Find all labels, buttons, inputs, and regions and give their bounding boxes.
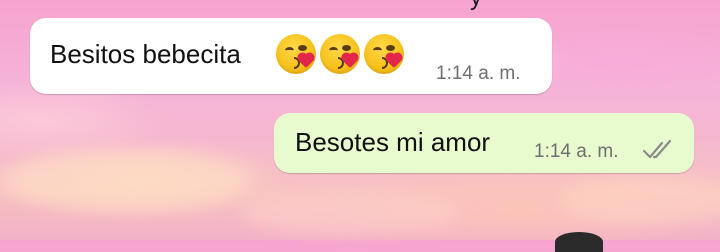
- outgoing-message-bubble[interactable]: Besotes mi amor 1:14 a. m.: [274, 113, 694, 173]
- message-time: 1:14 a. m.: [534, 141, 619, 162]
- double-check-icon: [642, 139, 672, 159]
- message-text: Besitos bebecita: [50, 39, 241, 69]
- kiss-face-emoji-icon: [320, 34, 360, 74]
- message-time: 1:14 a. m.: [436, 63, 521, 84]
- emoji-row: [276, 34, 404, 74]
- message-text: Besotes mi amor: [295, 127, 491, 157]
- incoming-message-bubble[interactable]: Besitos bebecita 1:14 a. m.: [30, 18, 552, 94]
- wallpaper-silhouette: [555, 232, 603, 252]
- wallpaper-cloud: [0, 150, 250, 210]
- wallpaper-cloud: [240, 190, 460, 235]
- wallpaper-fragment: y: [470, 0, 482, 10]
- kiss-face-emoji-icon: [364, 34, 404, 74]
- kiss-face-emoji-icon: [276, 34, 316, 74]
- wallpaper-cloud: [560, 175, 720, 225]
